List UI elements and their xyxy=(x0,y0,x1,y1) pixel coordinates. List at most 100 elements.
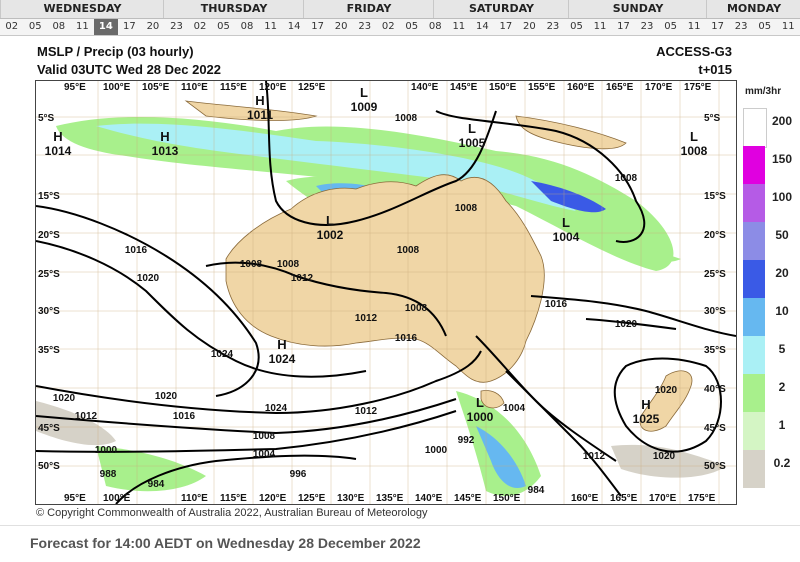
hour-6[interactable]: 20 xyxy=(141,19,165,35)
legend-swatch-2 xyxy=(743,184,765,222)
isobar-label: 1020 xyxy=(155,391,178,402)
legend-label-5: 10 xyxy=(775,304,789,318)
hour-0[interactable]: 02 xyxy=(0,19,24,35)
hour-8[interactable]: 02 xyxy=(188,19,212,35)
isobar-label: 1008 xyxy=(397,245,420,256)
lat-left-label: 45°S xyxy=(38,423,60,434)
legend-swatch-0 xyxy=(743,108,767,148)
map-title: MSLP / Precip (03 hourly) xyxy=(37,44,194,59)
lon-top-label: 110°E xyxy=(181,82,208,93)
hour-22[interactable]: 20 xyxy=(518,19,542,35)
legend-swatch-8 xyxy=(743,412,765,450)
pressure-system-value: 1008 xyxy=(681,144,708,158)
hour-30[interactable]: 17 xyxy=(706,19,730,35)
hour-14[interactable]: 20 xyxy=(329,19,353,35)
day-wednesday[interactable]: WEDNESDAY xyxy=(0,0,164,18)
lon-top-label: 175°E xyxy=(684,82,712,93)
hour-5[interactable]: 17 xyxy=(118,19,142,35)
pressure-system-value: 1013 xyxy=(152,144,179,158)
hour-33[interactable]: 11 xyxy=(776,19,800,35)
lon-bottom-label: 165°E xyxy=(610,493,638,504)
divider xyxy=(0,525,800,526)
day-sunday[interactable]: SUNDAY xyxy=(568,0,707,18)
pressure-system-letter: L xyxy=(562,215,570,230)
hour-4[interactable]: 14 xyxy=(94,19,118,35)
lat-left-label: 15°S xyxy=(38,191,60,202)
hour-9[interactable]: 05 xyxy=(212,19,236,35)
hour-18[interactable]: 08 xyxy=(424,19,448,35)
lat-right-label: 5°S xyxy=(704,113,721,124)
lat-left-label: 30°S xyxy=(38,306,60,317)
legend-label-2: 100 xyxy=(771,190,793,204)
hour-19[interactable]: 11 xyxy=(447,19,471,35)
pressure-system-letter: H xyxy=(277,337,286,352)
isobar-label: 984 xyxy=(528,485,545,496)
isobar-label: 1000 xyxy=(425,445,448,456)
isobar-label: 1020 xyxy=(137,273,160,284)
lat-right-label: 40°S xyxy=(704,384,726,395)
hour-15[interactable]: 23 xyxy=(353,19,377,35)
lon-top-label: 95°E xyxy=(64,82,86,93)
isobar-label: 1008 xyxy=(240,259,263,270)
isobar-label: 1004 xyxy=(503,403,526,414)
pressure-system-letter: H xyxy=(160,129,169,144)
hour-17[interactable]: 05 xyxy=(400,19,424,35)
isobar-label: 1008 xyxy=(455,203,478,214)
hour-7[interactable]: 23 xyxy=(165,19,189,35)
legend-swatch-5 xyxy=(743,298,765,336)
lon-bottom-label: 150°E xyxy=(493,493,521,504)
legend-label-6: 5 xyxy=(778,342,786,356)
hour-31[interactable]: 23 xyxy=(729,19,753,35)
hour-23[interactable]: 23 xyxy=(541,19,565,35)
isobar-label: 1012 xyxy=(355,406,378,417)
pressure-system-value: 1025 xyxy=(633,412,660,426)
hour-25[interactable]: 11 xyxy=(588,19,612,35)
hour-20[interactable]: 14 xyxy=(471,19,495,35)
hour-13[interactable]: 17 xyxy=(306,19,330,35)
forecast-step: t+015 xyxy=(698,62,732,77)
lat-left-label: 25°S xyxy=(38,269,60,280)
isobar-label: 1024 xyxy=(211,349,234,360)
day-friday[interactable]: FRIDAY xyxy=(303,0,434,18)
lat-left-label: 35°S xyxy=(38,345,60,356)
isobar-label: 1016 xyxy=(545,299,568,310)
isobar-label: 1020 xyxy=(653,451,676,462)
lat-left-label: 5°S xyxy=(38,113,55,124)
hour-26[interactable]: 17 xyxy=(612,19,636,35)
pressure-system-value: 1009 xyxy=(351,100,378,114)
hour-27[interactable]: 23 xyxy=(635,19,659,35)
isobar-label: 1008 xyxy=(253,431,276,442)
lon-top-label: 120°E xyxy=(259,82,287,93)
hour-12[interactable]: 14 xyxy=(282,19,306,35)
isobar-label: 996 xyxy=(290,469,307,480)
hour-24[interactable]: 05 xyxy=(565,19,589,35)
day-monday[interactable]: MONDAY xyxy=(706,0,800,18)
hour-21[interactable]: 17 xyxy=(494,19,518,35)
hour-28[interactable]: 05 xyxy=(659,19,683,35)
new-guinea-land xyxy=(515,115,627,150)
hour-32[interactable]: 05 xyxy=(753,19,777,35)
lon-top-label: 160°E xyxy=(567,82,595,93)
isobar-label: 1016 xyxy=(173,411,196,422)
lon-top-label: 140°E xyxy=(411,82,439,93)
hour-29[interactable]: 11 xyxy=(682,19,706,35)
lat-right-label: 15°S xyxy=(704,191,726,202)
legend-swatch-9 xyxy=(743,450,765,488)
isobar-label: 988 xyxy=(100,469,117,480)
legend-unit: mm/3hr xyxy=(745,86,782,97)
hour-10[interactable]: 08 xyxy=(235,19,259,35)
hour-16[interactable]: 02 xyxy=(376,19,400,35)
pressure-system-letter: L xyxy=(326,213,334,228)
isobar-label: 1012 xyxy=(75,411,98,422)
hour-11[interactable]: 11 xyxy=(259,19,283,35)
hour-1[interactable]: 05 xyxy=(24,19,48,35)
hour-3[interactable]: 11 xyxy=(71,19,95,35)
model-name: ACCESS-G3 xyxy=(656,44,732,59)
pressure-system-value: 1024 xyxy=(269,352,296,366)
day-saturday[interactable]: SATURDAY xyxy=(433,0,569,18)
day-thursday[interactable]: THURSDAY xyxy=(163,0,304,18)
pressure-system-letter: L xyxy=(360,85,368,100)
hour-2[interactable]: 08 xyxy=(47,19,71,35)
lat-left-label: 50°S xyxy=(38,461,60,472)
legend-swatch-7 xyxy=(743,374,765,412)
